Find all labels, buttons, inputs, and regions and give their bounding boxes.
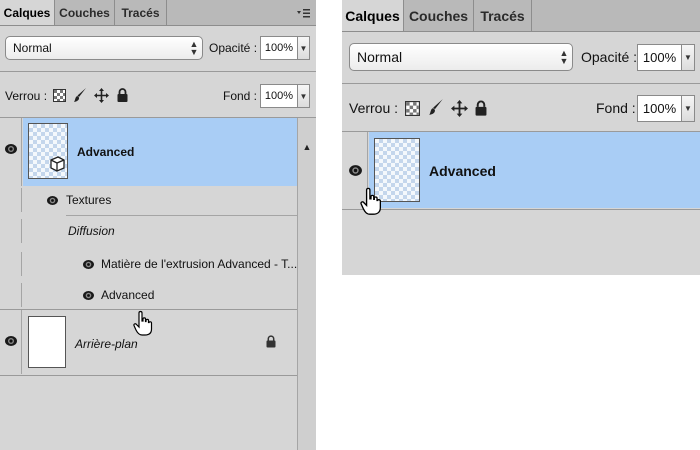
tab-traces[interactable]: Tracés	[115, 0, 167, 25]
opacity-dropdown-icon[interactable]: ▼	[681, 45, 694, 70]
visibility-cell	[0, 252, 22, 276]
opacity-field[interactable]: 100% ▼	[637, 44, 695, 71]
texture-row-material[interactable]: Matière de l'extrusion Advanced - T...	[0, 252, 316, 276]
eye-icon[interactable]	[80, 288, 96, 302]
eye-icon[interactable]	[2, 334, 20, 348]
visibility-cell	[0, 219, 22, 243]
group-name: Diffusion	[68, 224, 115, 238]
fill-value: 100%	[642, 101, 677, 116]
effect-row-textures[interactable]: Textures	[0, 188, 316, 212]
blend-mode-value: Normal	[357, 49, 403, 65]
visibility-cell[interactable]	[0, 118, 22, 186]
lock-position-move-icon[interactable]	[93, 87, 109, 103]
lock-transparency-icon[interactable]	[404, 100, 420, 116]
lock-position-move-icon[interactable]	[450, 99, 468, 117]
layers-panel-left: Calques Couches Tracés Normal ▲ ▼ Opacité…	[0, 0, 316, 450]
select-arrows-icon: ▲ ▼	[189, 39, 199, 57]
blend-mode-value: Normal	[13, 41, 52, 55]
layer-name: Advanced	[429, 163, 496, 179]
tab-bar: Calques Couches Tracés	[342, 0, 700, 32]
scroll-up-icon[interactable]: ▲	[298, 142, 316, 152]
separator	[0, 375, 297, 376]
separator	[342, 209, 700, 210]
layer-name: Advanced	[77, 145, 135, 159]
visibility-cell	[0, 283, 22, 307]
layer-advanced[interactable]: Advanced	[0, 118, 316, 186]
fill-label: Fond :	[223, 89, 258, 103]
lock-label: Verrou :	[5, 89, 48, 103]
panel-menu-icon[interactable]	[294, 0, 312, 25]
fill-dropdown-icon[interactable]: ▼	[681, 96, 694, 121]
texture-name: Matière de l'extrusion Advanced - T...	[101, 257, 298, 271]
group-row-diffusion[interactable]: Diffusion	[0, 219, 316, 243]
layers-scrollbar[interactable]: ▲	[297, 118, 316, 450]
tab-traces[interactable]: Tracés	[474, 0, 532, 31]
lock-pixels-brush-icon[interactable]	[427, 97, 445, 117]
opacity-value: 100%	[642, 50, 677, 65]
lock-all-icon[interactable]	[474, 99, 488, 117]
texture-name: Advanced	[101, 288, 155, 302]
lock-pixels-brush-icon[interactable]	[72, 86, 88, 104]
3d-layer-icon	[48, 154, 66, 172]
visibility-cell	[0, 188, 22, 212]
tab-couches[interactable]: Couches	[404, 0, 474, 31]
texture-row-advanced[interactable]: Advanced	[0, 283, 316, 307]
visibility-cell[interactable]	[0, 310, 22, 374]
layers-panel-right: Calques Couches Tracés Normal ▲ ▼ Opacité…	[342, 0, 700, 275]
fill-dropdown-icon[interactable]: ▼	[297, 85, 309, 107]
tab-bar: Calques Couches Tracés	[0, 0, 316, 26]
opacity-dropdown-icon[interactable]: ▼	[297, 37, 309, 59]
opacity-label: Opacité :	[581, 49, 638, 65]
fill-field[interactable]: 100% ▼	[260, 84, 310, 108]
opacity-value: 100%	[264, 42, 294, 54]
eye-icon[interactable]	[44, 193, 60, 207]
eye-icon[interactable]	[2, 142, 20, 156]
fill-field[interactable]: 100% ▼	[637, 95, 695, 122]
select-arrows-icon: ▲ ▼	[559, 48, 569, 66]
fill-value: 100%	[264, 90, 294, 102]
lock-icon	[266, 335, 278, 349]
separator	[0, 71, 316, 72]
layer-thumbnail	[28, 316, 66, 368]
lock-transparency-icon[interactable]	[52, 88, 66, 102]
eye-icon[interactable]	[345, 162, 365, 178]
tab-calques[interactable]: Calques	[342, 0, 404, 31]
lock-all-icon[interactable]	[115, 87, 129, 103]
eye-icon[interactable]	[80, 257, 96, 271]
opacity-field[interactable]: 100% ▼	[260, 36, 310, 60]
blend-mode-select[interactable]: Normal ▲ ▼	[349, 43, 573, 71]
lock-label: Verrou :	[349, 100, 399, 116]
layer-advanced[interactable]: Advanced	[342, 132, 700, 208]
tab-calques[interactable]: Calques	[0, 0, 55, 25]
layer-name: Arrière-plan	[75, 337, 138, 351]
hand-cursor-icon	[360, 186, 382, 216]
indent-separator	[66, 215, 297, 216]
effect-name: Textures	[66, 193, 112, 207]
layer-background[interactable]: Arrière-plan	[0, 310, 316, 374]
tab-couches[interactable]: Couches	[55, 0, 115, 25]
fill-label: Fond :	[596, 100, 636, 116]
blend-mode-select[interactable]: Normal ▲ ▼	[5, 36, 203, 60]
separator	[342, 83, 700, 84]
opacity-label: Opacité :	[209, 41, 258, 55]
